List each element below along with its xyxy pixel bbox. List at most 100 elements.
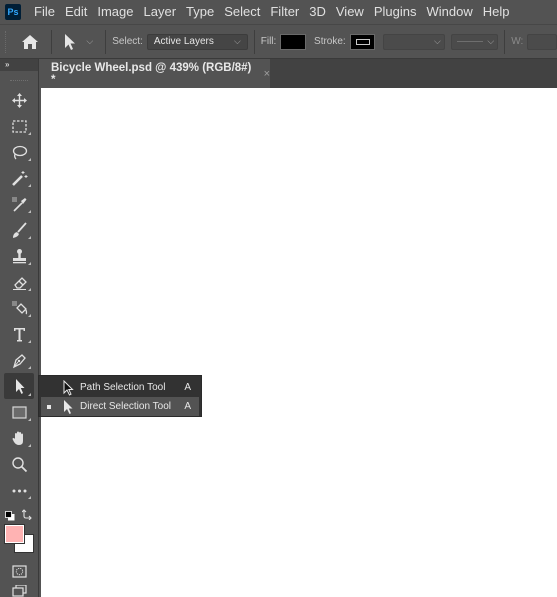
flyout-item-label: Path Selection Tool	[80, 382, 166, 393]
brush-tool[interactable]	[4, 218, 34, 242]
menu-view[interactable]: View	[331, 0, 369, 24]
flyout-item-label: Direct Selection Tool	[80, 401, 171, 412]
divider	[50, 29, 52, 54]
photoshop-logo: Ps	[5, 4, 21, 20]
tool-flyout-menu: Path Selection Tool A Direct Selection T…	[38, 375, 202, 417]
screen-mode-icon	[11, 585, 27, 597]
default-colors-icon	[5, 511, 15, 521]
menu-plugins[interactable]: Plugins	[369, 0, 422, 24]
current-tool-indicator	[47, 404, 51, 409]
screen-mode-button[interactable]	[4, 585, 34, 597]
flyout-item-shortcut: A	[184, 401, 191, 412]
eyedropper-icon	[11, 196, 26, 212]
direct-selection-icon	[15, 378, 24, 394]
pen-icon	[12, 353, 26, 368]
menu-file[interactable]: File	[29, 0, 60, 24]
flyout-item-direct-selection[interactable]: Direct Selection Tool A	[41, 397, 199, 416]
menu-image[interactable]: Image	[92, 0, 138, 24]
toolbox: »	[0, 59, 39, 597]
stroke-width-field[interactable]: ⌵	[383, 33, 445, 50]
foreground-color-swatch[interactable]	[5, 525, 24, 543]
divider	[504, 29, 506, 54]
line-style-icon	[456, 41, 483, 42]
options-bar: ⌵ Select: Active Layers ⌵ Fill: Stroke: …	[0, 24, 557, 59]
eraser-tool[interactable]	[4, 270, 34, 294]
flyout-item-path-selection[interactable]: Path Selection Tool A	[41, 378, 199, 397]
rectangle-tool[interactable]	[4, 400, 34, 424]
chevron-down-icon: ⌵	[433, 36, 441, 46]
clone-stamp-tool[interactable]	[4, 244, 34, 268]
stroke-preview-icon	[355, 38, 370, 45]
move-icon	[11, 92, 27, 108]
brush-icon	[12, 221, 27, 238]
select-label: Select:	[112, 36, 143, 47]
eyedropper-tool[interactable]	[4, 192, 34, 216]
document-title: Bicycle Wheel.psd @ 439% (RGB/8#) *	[51, 61, 252, 86]
options-grip[interactable]	[5, 30, 7, 53]
stamp-icon	[12, 248, 26, 263]
path-selection-icon	[63, 379, 74, 396]
chevron-down-icon: ⌵	[86, 36, 94, 46]
hand-tool[interactable]	[4, 426, 34, 450]
swap-colors-icon	[21, 509, 32, 521]
menu-help[interactable]: Help	[478, 0, 515, 24]
menu-edit[interactable]: Edit	[60, 0, 92, 24]
select-dropdown[interactable]: Active Layers ⌵	[146, 33, 248, 50]
document-tab[interactable]: Bicycle Wheel.psd @ 439% (RGB/8#) * ×	[40, 59, 270, 88]
home-icon	[21, 34, 38, 49]
divider	[253, 29, 255, 54]
lasso-icon	[12, 145, 27, 159]
direct-selection-arrow-icon	[64, 33, 75, 50]
direct-selection-icon	[64, 399, 73, 414]
fill-swatch[interactable]	[280, 33, 307, 50]
paint-bucket-tool[interactable]	[4, 296, 34, 320]
stroke-label: Stroke:	[314, 36, 346, 47]
hand-icon	[12, 431, 23, 445]
toolbox-grip[interactable]	[10, 71, 28, 81]
document-tab-bar: Bicycle Wheel.psd @ 439% (RGB/8#) * ×	[40, 59, 557, 88]
zoom-icon	[11, 456, 27, 472]
lasso-tool[interactable]	[4, 140, 34, 164]
swap-colors-button[interactable]	[21, 507, 33, 521]
chevron-down-icon: ⌵	[487, 36, 495, 46]
width-field[interactable]	[527, 33, 557, 50]
divider	[105, 29, 107, 54]
magic-wand-tool[interactable]	[4, 166, 34, 190]
fill-label: Fill:	[260, 36, 277, 47]
stroke-swatch[interactable]	[349, 33, 376, 50]
width-label: W:	[511, 36, 524, 47]
marquee-icon	[11, 119, 27, 133]
menu-bar: Ps File Edit Image Layer Type Select Fil…	[0, 0, 557, 24]
eraser-icon	[12, 276, 27, 290]
zoom-tool[interactable]	[4, 452, 34, 476]
edit-toolbar-button[interactable]	[4, 478, 34, 502]
rectangle-icon	[11, 405, 27, 419]
chevron-down-icon: ⌵	[233, 36, 241, 46]
more-icon	[12, 489, 26, 492]
quick-mask-button[interactable]	[4, 559, 34, 583]
menu-layer[interactable]: Layer	[139, 0, 182, 24]
direct-selection-tool[interactable]	[4, 373, 34, 399]
rectangular-marquee-tool[interactable]	[4, 114, 34, 138]
close-icon[interactable]: ×	[264, 68, 270, 80]
toolbox-collapse-button[interactable]: »	[0, 59, 38, 71]
flyout-item-shortcut: A	[184, 382, 191, 393]
pen-tool[interactable]	[4, 348, 34, 372]
menu-type[interactable]: Type	[181, 0, 219, 24]
tool-preset-picker[interactable]: ⌵	[58, 33, 100, 51]
home-button[interactable]	[15, 29, 45, 55]
magic-wand-icon	[11, 170, 27, 186]
paint-bucket-icon	[11, 300, 27, 314]
menu-filter[interactable]: Filter	[265, 0, 304, 24]
menu-select[interactable]: Select	[219, 0, 265, 24]
stroke-type-dropdown[interactable]: ⌵	[450, 33, 499, 50]
menu-window[interactable]: Window	[421, 0, 477, 24]
type-icon	[13, 327, 25, 341]
default-colors-button[interactable]	[5, 508, 15, 521]
canvas[interactable]	[41, 88, 557, 597]
move-tool[interactable]	[4, 88, 34, 112]
menu-3d[interactable]: 3D	[304, 0, 331, 24]
quick-mask-icon	[11, 564, 27, 578]
select-value: Active Layers	[153, 36, 214, 47]
type-tool[interactable]	[4, 322, 34, 346]
